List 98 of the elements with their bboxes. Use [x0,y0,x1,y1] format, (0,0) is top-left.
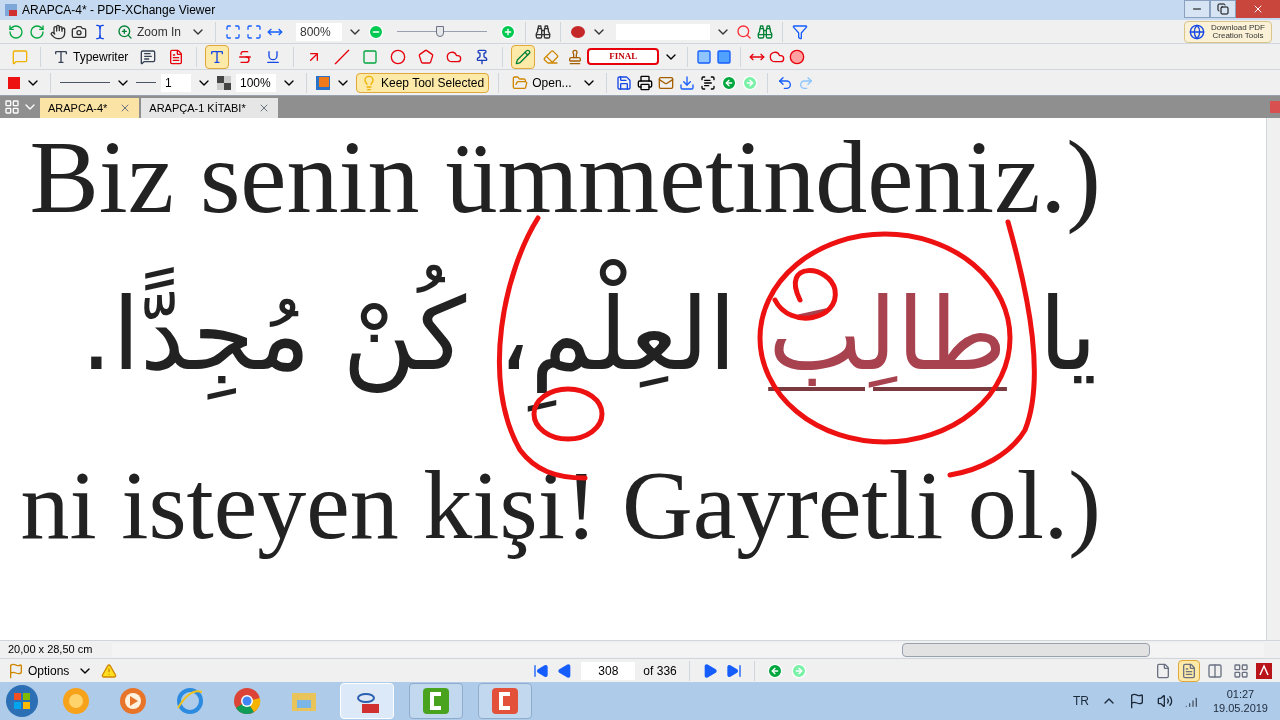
browser-icon [175,686,205,716]
keep-tool-selected-button[interactable]: Keep Tool Selected [356,72,490,93]
warning-icon[interactable] [101,662,118,679]
mail-icon[interactable] [657,74,674,91]
clock[interactable]: 01:27 19.05.2019 [1212,687,1268,715]
arabic-text: العِلْمِ، كُنْ مُجِدًّا. [80,260,769,410]
print-icon[interactable] [636,74,653,91]
undo-icon[interactable] [776,74,793,91]
pdf-icon[interactable] [1256,662,1272,679]
oval-icon [390,48,407,65]
action-center-icon[interactable] [1128,693,1145,709]
typewriter-icon [53,48,69,65]
tool-button[interactable] [205,44,230,69]
line-width-field[interactable]: 1 [161,73,191,92]
opacity-pattern-icon [217,75,231,90]
rotate-left-icon[interactable] [8,23,24,40]
save-icon[interactable] [615,74,632,91]
close-icon [1252,3,1264,15]
back-icon[interactable] [766,662,783,679]
options-button[interactable]: Options [8,661,70,680]
language-indicator[interactable]: TR [1072,692,1089,710]
app-icon [4,3,18,17]
clock-time: 01:27 [1226,687,1255,701]
ocr-icon[interactable] [699,74,716,91]
music-player-icon [118,686,148,716]
rectangle-icon [362,48,379,65]
start-button[interactable] [4,683,40,719]
rotate-right-icon[interactable] [29,23,45,40]
strikeout-icon [237,48,254,65]
filter-icon[interactable] [792,23,808,40]
horizontal-scrollbar[interactable] [112,642,1264,657]
chrome-icon [232,686,262,716]
page-number-field[interactable]: 308 [581,661,636,680]
text-box-icon [140,48,157,65]
zoom-in-icon[interactable] [500,23,516,40]
first-page-icon[interactable] [533,662,550,679]
polygon-icon [418,48,435,65]
recorder-icon [421,686,451,716]
stamp-icon[interactable] [567,48,584,65]
taskbar-button[interactable] [409,683,463,719]
zoom-slider[interactable] [397,25,487,38]
zoom-field[interactable]: 800% [296,22,342,41]
layout-button[interactable] [1178,659,1200,682]
zoom-in-button[interactable]: Zoom In [113,22,185,41]
facing-continuous-icon [1233,662,1249,679]
color-swatch[interactable] [8,76,20,89]
facing-pages-icon [1207,662,1223,679]
open-button[interactable]: Open... [508,73,576,92]
restore-button[interactable] [1210,0,1236,18]
restore-icon [1217,3,1229,15]
underline-icon [265,48,282,65]
fill-color-icon[interactable] [316,75,330,90]
callout-icon [168,48,185,65]
search-icon[interactable] [736,23,752,40]
minimize-button[interactable] [1184,0,1210,18]
eraser-icon [543,48,560,65]
binoculars-icon[interactable] [535,23,551,40]
arabic-text: يا [1037,275,1097,395]
zoom-out-icon[interactable] [368,23,384,40]
document-tab[interactable]: ARAPÇA-1 KİTABI* [141,98,278,118]
scrollbar-thumb[interactable] [902,642,1150,657]
pencil-icon [515,48,532,65]
continuous-page-icon [1181,662,1197,679]
clock-date: 19.05.2019 [1212,701,1268,715]
stamp-preview[interactable]: FINAL [587,47,660,66]
camera-icon[interactable] [71,23,87,40]
typewriter-button[interactable]: Typewriter [49,47,133,66]
zoom-in-icon [117,23,133,40]
promo-text: Download PDF Creation Tools [1210,23,1266,40]
document-tab[interactable]: ARAPCA-4* [40,98,140,118]
promo-button[interactable]: Download PDF Creation Tools [1184,20,1272,43]
document-text: ni isteyen kişi! Gayretli ol.) [20,450,1101,560]
globe-icon [1189,23,1205,40]
window-title: ARAPCA-4* - PDF-XChange Viewer [22,2,216,19]
actual-size-icon[interactable] [225,23,241,40]
document-text: Biz senin ümmetindeniz.) [29,118,1101,236]
lightbulb-icon [361,74,377,91]
recorder-icon [490,686,520,716]
last-page-icon[interactable] [725,662,742,679]
text-highlight-icon [209,48,226,65]
media-player-icon [61,686,91,716]
thumbnails-icon[interactable] [4,99,20,115]
hand-icon[interactable] [50,23,66,40]
folder-icon [512,74,529,91]
page-size-label: 20,00 x 28,50 cm [7,642,94,658]
note-icon [12,48,28,65]
opacity-field[interactable]: 100% [236,73,276,92]
tool-button[interactable] [511,44,536,69]
line-icon [334,48,351,65]
single-page-icon [1155,662,1171,679]
flag-icon [8,662,24,679]
fit-page-icon[interactable] [246,23,262,40]
taskbar-button[interactable] [478,683,532,719]
page-count: of 336 [643,662,677,680]
volume-icon[interactable] [1156,693,1173,709]
export-icon[interactable] [678,74,695,91]
arabic-text: طالِبَ [768,275,1007,395]
slider-thumb[interactable] [436,26,445,37]
